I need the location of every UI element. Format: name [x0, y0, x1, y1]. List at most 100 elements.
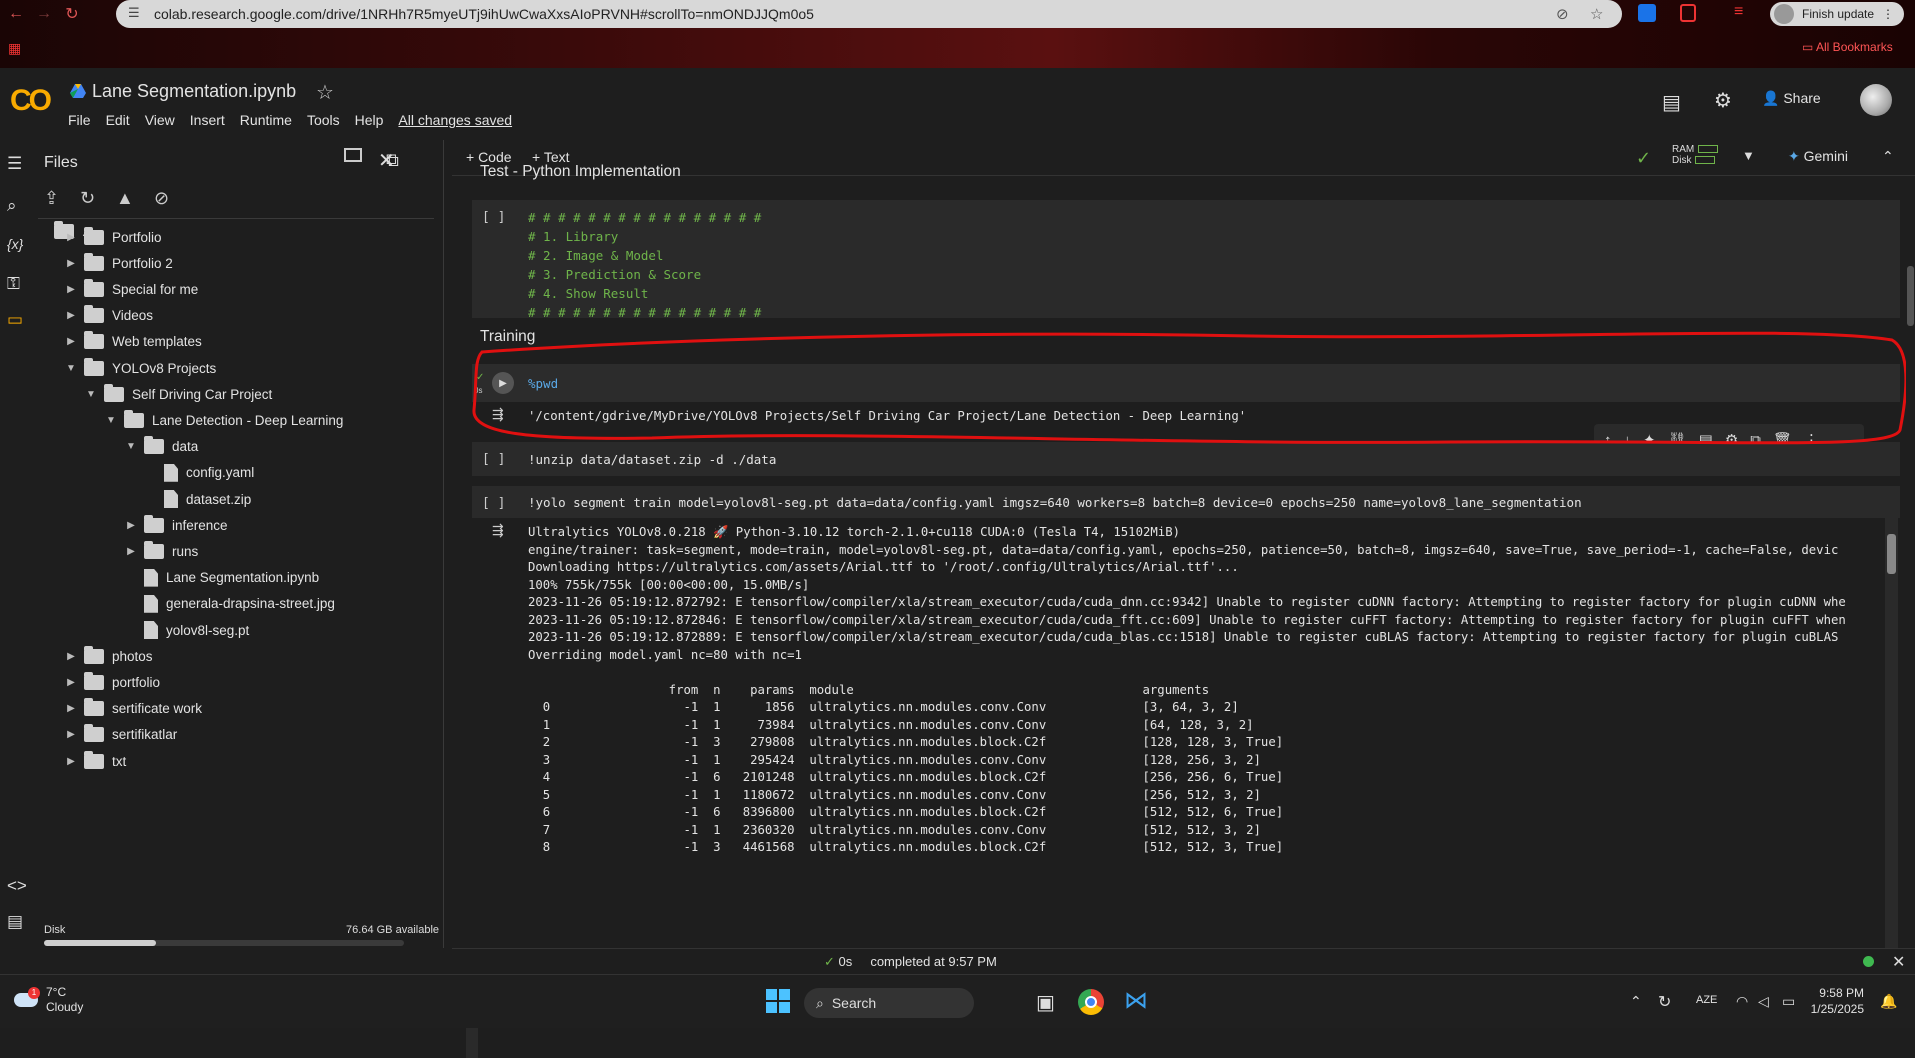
terminal-icon[interactable]: ▤: [7, 912, 23, 932]
folder-row[interactable]: ▶ sertifikatlar: [64, 722, 177, 748]
section-heading-test[interactable]: Test - Python Implementation: [480, 163, 681, 181]
battery-icon[interactable]: ▭: [1782, 993, 1795, 1010]
panel-expand-icon[interactable]: [344, 148, 362, 162]
tracking-icon[interactable]: ⊘: [1556, 5, 1569, 23]
chevron-right-icon[interactable]: ▶: [64, 258, 78, 269]
file-row[interactable]: yolov8l-seg.pt: [124, 617, 249, 643]
chevron-right-icon[interactable]: ▶: [64, 651, 78, 662]
task-view-icon[interactable]: ▣: [1036, 990, 1055, 1015]
weather-icon[interactable]: 1: [12, 987, 42, 1011]
output-scrollbar-thumb[interactable]: [1887, 534, 1896, 574]
gemini-button[interactable]: ✦ Gemini: [1788, 148, 1848, 165]
output-toggle-icon[interactable]: ⇶: [492, 406, 504, 423]
bookmark-star-icon[interactable]: ☆: [1590, 5, 1603, 23]
folder-row[interactable]: ▼ YOLOv8 Projects: [64, 355, 216, 381]
chevron-down-icon[interactable]: ▼: [124, 441, 138, 452]
apps-grid-icon[interactable]: ▦: [8, 40, 21, 57]
folder-row[interactable]: ▶ Portfolio: [64, 226, 162, 250]
colab-logo[interactable]: CO: [10, 84, 52, 118]
folder-row[interactable]: ▼ Self Driving Car Project: [84, 381, 272, 407]
cast-icon[interactable]: ≡: [1734, 3, 1743, 21]
search-icon[interactable]: ⌕: [7, 196, 17, 216]
cell4-code[interactable]: !yolo segment train model=yolov8l-seg.pt…: [528, 493, 1582, 512]
chrome-taskbar-icon[interactable]: [1078, 989, 1104, 1015]
upload-icon[interactable]: ⇪: [44, 188, 59, 209]
hide-files-icon[interactable]: ⊘: [154, 188, 169, 209]
cell-bracket[interactable]: [ ]: [482, 452, 505, 467]
taskbar-search[interactable]: ⌕ Search: [804, 988, 974, 1018]
wifi-icon[interactable]: ◠: [1736, 993, 1748, 1010]
close-icon[interactable]: ✕: [378, 148, 395, 173]
finish-update-button[interactable]: Finish update ⋮: [1770, 2, 1905, 26]
chevron-right-icon[interactable]: ▶: [64, 232, 78, 243]
file-row[interactable]: config.yaml: [144, 460, 254, 486]
toc-icon[interactable]: ☰: [7, 154, 22, 174]
chevron-right-icon[interactable]: ▶: [64, 284, 78, 295]
language-indicator[interactable]: AZE: [1696, 994, 1717, 1006]
execution-status[interactable]: ✓ 0s completed at 9:57 PM: [824, 954, 997, 970]
site-info-icon[interactable]: ☰: [128, 5, 144, 21]
code-snippets-icon[interactable]: <>: [7, 876, 27, 896]
cell3-code[interactable]: !unzip data/dataset.zip -d ./data: [528, 450, 776, 469]
comment-icon[interactable]: ▤: [1662, 90, 1681, 115]
chevron-right-icon[interactable]: ▶: [64, 756, 78, 767]
menu-file[interactable]: File: [68, 112, 91, 128]
menu-tools[interactable]: Tools: [307, 112, 340, 128]
share-button[interactable]: 👤 Share: [1762, 90, 1821, 107]
vscode-taskbar-icon[interactable]: ⋈: [1124, 986, 1148, 1015]
cell-bracket[interactable]: [ ]: [482, 210, 505, 225]
menu-runtime[interactable]: Runtime: [240, 112, 292, 128]
folder-row[interactable]: ▼ Lane Detection - Deep Learning: [104, 407, 343, 433]
output-scrollbar[interactable]: [1885, 518, 1898, 948]
folder-row[interactable]: ▶ Special for me: [64, 276, 198, 302]
folder-row[interactable]: ▶ Videos: [64, 303, 153, 329]
chevron-right-icon[interactable]: ▶: [124, 546, 138, 557]
notebook-scrollbar-thumb[interactable]: [1907, 266, 1914, 326]
settings-gear-icon[interactable]: ⚙: [1714, 88, 1732, 113]
section-heading-training[interactable]: Training: [480, 328, 535, 346]
star-icon[interactable]: ☆: [316, 80, 334, 105]
sync-icon[interactable]: ↻: [1658, 992, 1671, 1012]
folder-row[interactable]: ▶ inference: [124, 512, 228, 538]
extension-icon[interactable]: [1638, 4, 1656, 22]
output-toggle-icon[interactable]: ⇶: [492, 522, 504, 539]
folder-row[interactable]: ▶ photos: [64, 643, 153, 669]
ram-disk-indicator[interactable]: RAM Disk: [1672, 144, 1719, 166]
folder-row[interactable]: ▶ sertificate work: [64, 696, 202, 722]
cell1-code[interactable]: # # # # # # # # # # # # # # # # # 1. Libr…: [528, 208, 761, 322]
close-icon[interactable]: ✕: [1892, 952, 1905, 972]
back-icon[interactable]: ←: [2, 2, 30, 26]
folder-row[interactable]: ▶ txt: [64, 748, 126, 774]
chevron-right-icon[interactable]: ▶: [64, 310, 78, 321]
menu-help[interactable]: Help: [355, 112, 384, 128]
all-bookmarks-link[interactable]: ▭ All Bookmarks: [1802, 40, 1893, 54]
address-bar[interactable]: ☰ colab.research.google.com/drive/1NRHh7…: [116, 0, 1622, 28]
key-icon[interactable]: ⚿: [7, 274, 20, 294]
menu-edit[interactable]: Edit: [106, 112, 130, 128]
code-cell-1[interactable]: [ ] # # # # # # # # # # # # # # # # # 1. …: [472, 200, 1900, 320]
chevron-down-icon[interactable]: ▼: [64, 363, 78, 374]
volume-icon[interactable]: ◁: [1758, 993, 1769, 1010]
folder-icon[interactable]: ▭: [7, 310, 23, 330]
forward-icon[interactable]: →: [30, 2, 58, 26]
chevron-down-icon[interactable]: ▼: [84, 389, 98, 400]
code-cell-2[interactable]: ▶ ✓ 0s %pwd: [472, 364, 1900, 402]
chevron-down-icon[interactable]: ▼: [104, 415, 118, 426]
chevron-right-icon[interactable]: ▶: [64, 729, 78, 740]
user-avatar[interactable]: [1860, 84, 1892, 116]
connected-check-icon[interactable]: ✓: [1636, 148, 1651, 169]
file-row[interactable]: dataset.zip: [144, 486, 251, 512]
variables-icon[interactable]: {x}: [7, 236, 23, 252]
run-cell-icon[interactable]: ▶: [492, 372, 514, 394]
refresh-icon[interactable]: ↻: [80, 188, 95, 209]
folder-row[interactable]: ▶ portfolio: [64, 669, 160, 695]
weather-widget[interactable]: 7°C Cloudy: [46, 985, 83, 1015]
notifications-bell-icon[interactable]: 🔔: [1880, 993, 1897, 1010]
chevron-right-icon[interactable]: ▶: [64, 677, 78, 688]
file-row[interactable]: Lane Segmentation.ipynb: [124, 565, 319, 591]
cell-bracket[interactable]: [ ]: [482, 496, 505, 511]
chevron-right-icon[interactable]: ▶: [64, 703, 78, 714]
windows-start-icon[interactable]: [766, 989, 790, 1013]
notebook-scrollbar[interactable]: [1906, 176, 1915, 948]
save-status[interactable]: All changes saved: [398, 112, 512, 128]
